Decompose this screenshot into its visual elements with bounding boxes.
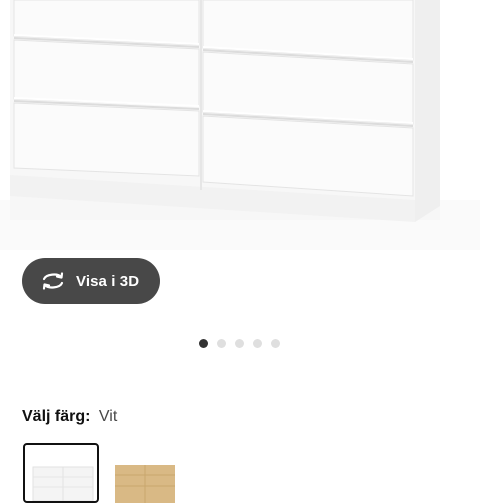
view-in-3d-label: Visa i 3D	[76, 272, 140, 290]
carousel-dot-3[interactable]	[235, 339, 244, 348]
drawer-fronts	[13, 0, 414, 197]
carousel-dot-5[interactable]	[271, 339, 280, 348]
white-dresser-thumbnail	[32, 466, 94, 501]
rotate-3d-icon	[40, 270, 66, 292]
oak-dresser-thumbnail	[115, 465, 175, 503]
color-selector-label: Välj färg: Vit	[22, 408, 117, 426]
carousel-dot-2[interactable]	[217, 339, 226, 348]
color-swatch-oak[interactable]	[105, 443, 181, 503]
product-image	[0, 0, 480, 250]
view-in-3d-button[interactable]: Visa i 3D	[22, 258, 160, 304]
carousel-dot-1[interactable]	[199, 339, 208, 348]
color-swatch-white[interactable]	[23, 443, 99, 503]
carousel-dot-4[interactable]	[253, 339, 262, 348]
selected-color-value: Vit	[98, 408, 118, 425]
color-label-key: Välj färg:	[22, 408, 91, 425]
carousel-pagination	[199, 339, 280, 348]
